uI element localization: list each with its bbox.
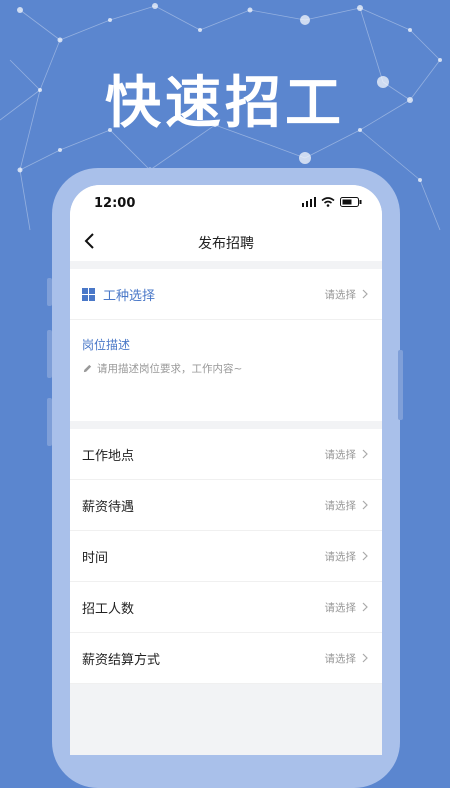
field-label: 薪资结算方式	[82, 652, 161, 668]
app-screen: 12:00 发布招聘 工种选择 请选择 岗位描述 请用描述岗位要求，工作内容~ …	[70, 185, 382, 755]
job-info-card: 工种选择 请选择 岗位描述 请用描述岗位要求，工作内容~	[70, 269, 382, 421]
field-label: 薪资待遇	[82, 499, 135, 515]
field-label: 时间	[82, 550, 109, 566]
field-row-time[interactable]: 时间 请选择	[70, 531, 382, 582]
status-bar: 12:00	[70, 185, 382, 223]
field-value: 请选择	[324, 499, 357, 512]
chevron-right-icon	[362, 551, 368, 561]
field-value: 请选择	[324, 448, 357, 461]
wifi-icon	[321, 197, 335, 207]
chevron-right-icon	[362, 500, 368, 510]
section-divider	[70, 261, 382, 269]
field-value: 请选择	[324, 550, 357, 563]
battery-icon	[340, 197, 362, 207]
field-label: 招工人数	[82, 601, 135, 617]
chevron-right-icon	[362, 602, 368, 612]
phone-side-button	[47, 330, 52, 378]
bottom-area	[70, 684, 382, 744]
field-row-salary[interactable]: 薪资待遇 请选择	[70, 480, 382, 531]
description-input[interactable]: 请用描述岗位要求，工作内容~	[82, 361, 370, 376]
grid-icon	[82, 287, 95, 301]
description-title: 岗位描述	[82, 338, 131, 352]
job-description-section[interactable]: 岗位描述 请用描述岗位要求，工作内容~	[70, 320, 382, 421]
signal-icon	[302, 197, 316, 207]
field-label: 工作地点	[82, 448, 135, 464]
section-divider	[70, 421, 382, 429]
status-time: 12:00	[94, 196, 136, 211]
chevron-right-icon	[362, 449, 368, 459]
job-type-row[interactable]: 工种选择 请选择	[70, 269, 382, 320]
job-detail-card: 工作地点 请选择 薪资待遇 请选择 时间 请选择 招工人数 请选择 薪资结算方式…	[70, 429, 382, 684]
phone-side-button	[47, 278, 52, 306]
field-row-settlement[interactable]: 薪资结算方式 请选择	[70, 633, 382, 684]
chevron-right-icon	[362, 289, 368, 299]
field-value: 请选择	[324, 601, 357, 614]
job-type-label: 工种选择	[103, 288, 156, 304]
field-value: 请选择	[324, 652, 357, 665]
field-row-headcount[interactable]: 招工人数 请选择	[70, 582, 382, 633]
phone-side-button	[398, 350, 403, 420]
nav-bar: 发布招聘	[70, 223, 382, 261]
field-row-location[interactable]: 工作地点 请选择	[70, 429, 382, 480]
page-title: 发布招聘	[198, 236, 254, 252]
description-placeholder: 请用描述岗位要求，工作内容~	[97, 363, 243, 375]
phone-side-button	[47, 398, 52, 446]
banner-title: 快速招工	[105, 71, 345, 136]
job-type-value: 请选择	[324, 288, 357, 301]
status-icons	[302, 197, 362, 207]
chevron-right-icon	[362, 653, 368, 663]
pencil-icon	[83, 364, 92, 373]
